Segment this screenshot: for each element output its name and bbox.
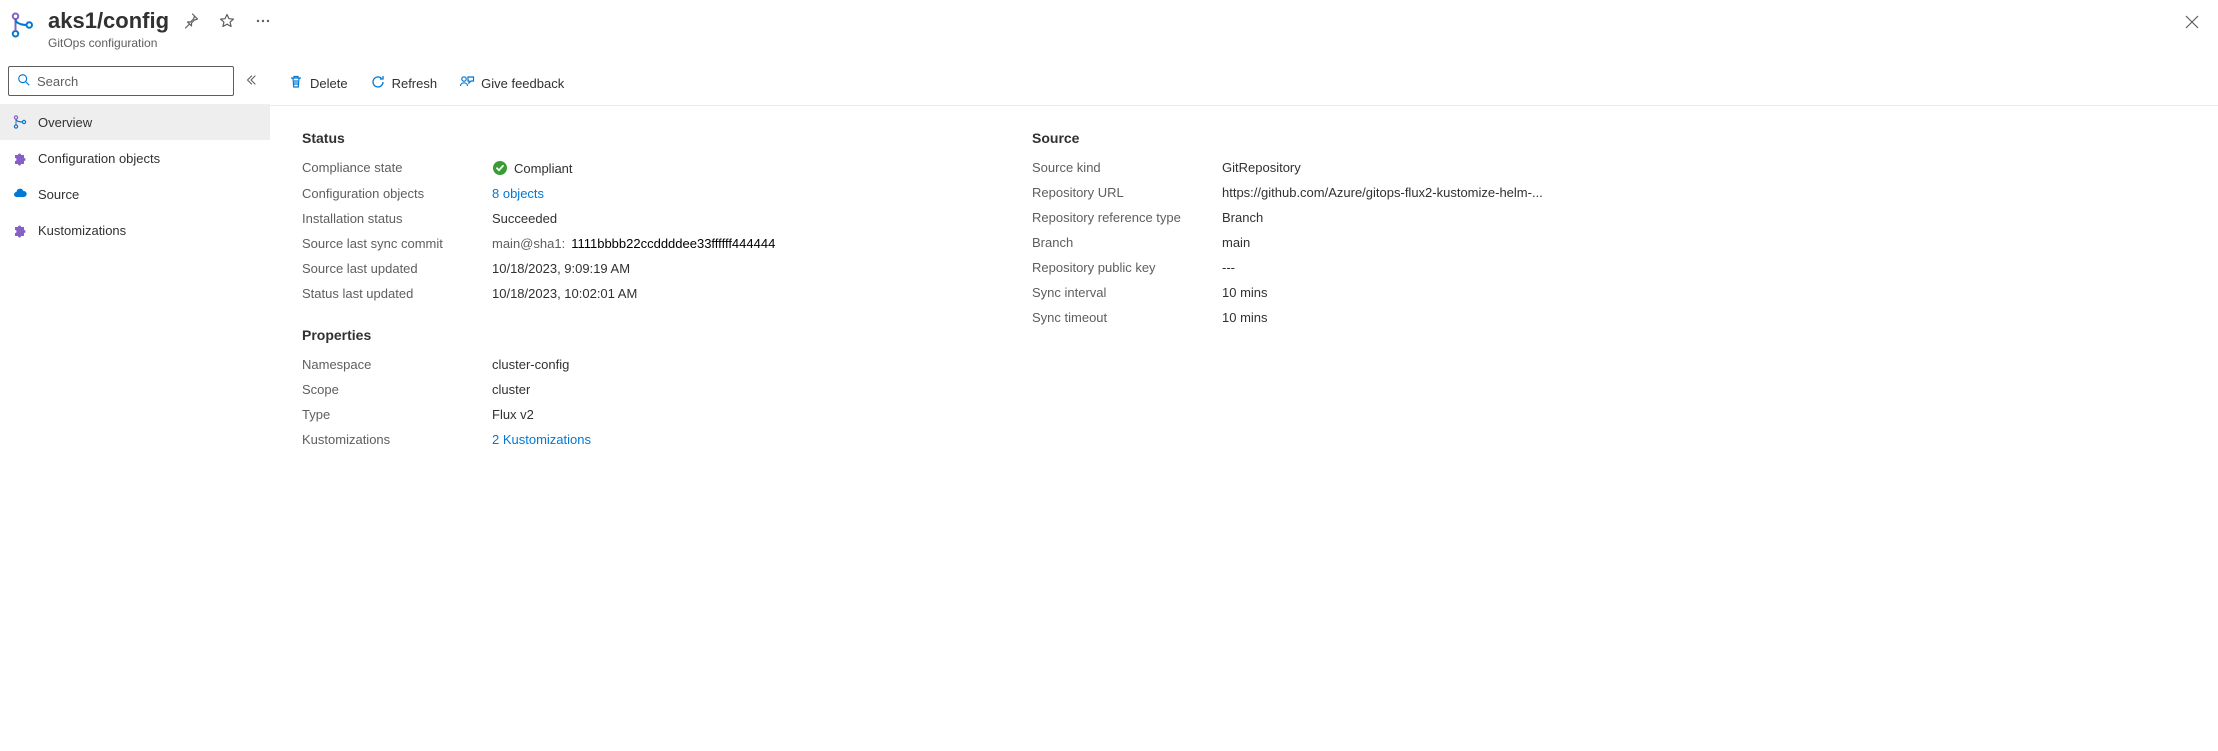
config-objects-key: Configuration objects (302, 186, 492, 201)
sidebar-item-label: Source (38, 187, 79, 202)
branch-value: main (1222, 235, 1250, 250)
trash-icon (288, 74, 304, 93)
search-input[interactable] (37, 74, 225, 89)
kustomizations-key: Kustomizations (302, 432, 492, 447)
sync-timeout-value: 10 mins (1222, 310, 1268, 325)
repo-url-text: https://github.com/Azure/gitops-flux2-ku… (1222, 185, 1543, 200)
ref-type-key: Repository reference type (1032, 210, 1222, 225)
src-updated-key: Source last updated (302, 261, 492, 276)
delete-label: Delete (310, 76, 348, 91)
close-button[interactable] (2178, 8, 2206, 39)
src-updated-value: 10/18/2023, 9:09:19 AM (492, 261, 630, 276)
page-title: aks1/config (48, 8, 169, 34)
sidebar-item-overview[interactable]: Overview (0, 104, 270, 140)
type-value: Flux v2 (492, 407, 534, 422)
collapse-sidebar-button[interactable] (240, 69, 262, 94)
pubkey-value: --- (1222, 260, 1235, 275)
page-header: aks1/config GitOps configuration (0, 0, 2218, 62)
compliance-text: Compliant (514, 161, 573, 176)
source-kind-key: Source kind (1032, 160, 1222, 175)
header-title-block: aks1/config GitOps configuration (48, 8, 275, 50)
config-objects-link[interactable]: 8 objects (492, 186, 544, 201)
gitops-config-icon (8, 10, 38, 40)
namespace-value: cluster-config (492, 357, 569, 372)
refresh-button[interactable]: Refresh (368, 70, 440, 97)
kustomizations-link[interactable]: 2 Kustomizations (492, 432, 591, 447)
main-panel: Delete Refresh Give feedback Status (270, 62, 2218, 481)
scope-value: cluster (492, 382, 530, 397)
install-status-key: Installation status (302, 211, 492, 226)
compliance-state-value: Compliant (492, 160, 573, 176)
src-commit-value: main@sha1: 1111bbbb22ccddddee33ffffff4444… (492, 236, 775, 251)
puzzle-icon (12, 150, 28, 166)
left-column: Status Compliance state Compliant Config… (302, 130, 952, 457)
refresh-icon (370, 74, 386, 93)
sync-interval-value: 10 mins (1222, 285, 1268, 300)
properties-heading: Properties (302, 327, 952, 343)
search-box[interactable] (8, 66, 234, 96)
cloud-icon (12, 186, 28, 202)
puzzle-icon (12, 222, 28, 238)
namespace-key: Namespace (302, 357, 492, 372)
refresh-label: Refresh (392, 76, 438, 91)
commit-hash: 1111bbbb22ccddddee33ffffff444444 (571, 236, 775, 251)
sidebar-item-config-objects[interactable]: Configuration objects (0, 140, 270, 176)
type-key: Type (302, 407, 492, 422)
page-subtitle: GitOps configuration (48, 36, 275, 50)
source-heading: Source (1032, 130, 1682, 146)
source-section: Source Source kind GitRepository Reposit… (1032, 130, 1682, 325)
gitops-icon (12, 114, 28, 130)
favorite-button[interactable] (215, 9, 239, 33)
search-icon (17, 73, 31, 90)
commit-prefix: main@sha1: (492, 236, 565, 251)
properties-section: Properties Namespace cluster-config Scop… (302, 327, 952, 447)
feedback-label: Give feedback (481, 76, 564, 91)
right-column: Source Source kind GitRepository Reposit… (1032, 130, 1682, 457)
status-updated-key: Status last updated (302, 286, 492, 301)
repo-url-key: Repository URL (1032, 185, 1222, 200)
install-status-value: Succeeded (492, 211, 557, 226)
sync-interval-key: Sync interval (1032, 285, 1222, 300)
sidebar-item-kustomizations[interactable]: Kustomizations (0, 212, 270, 248)
sidebar-item-label: Kustomizations (38, 223, 126, 238)
sidebar-item-label: Configuration objects (38, 151, 160, 166)
delete-button[interactable]: Delete (286, 70, 350, 97)
scope-key: Scope (302, 382, 492, 397)
status-section: Status Compliance state Compliant Config… (302, 130, 952, 301)
status-updated-value: 10/18/2023, 10:02:01 AM (492, 286, 637, 301)
more-button[interactable] (251, 9, 275, 33)
repo-url-value: https://github.com/Azure/gitops-flux2-ku… (1222, 185, 1543, 200)
sidebar-item-label: Overview (38, 115, 92, 130)
pubkey-key: Repository public key (1032, 260, 1222, 275)
command-bar: Delete Refresh Give feedback (270, 62, 2218, 106)
feedback-icon (459, 74, 475, 93)
check-icon (492, 160, 508, 176)
sidebar: Overview Configuration objects Source Ku… (0, 62, 270, 481)
ref-type-value: Branch (1222, 210, 1263, 225)
compliance-state-key: Compliance state (302, 160, 492, 176)
branch-key: Branch (1032, 235, 1222, 250)
pin-button[interactable] (179, 9, 203, 33)
sync-timeout-key: Sync timeout (1032, 310, 1222, 325)
sidebar-item-source[interactable]: Source (0, 176, 270, 212)
src-commit-key: Source last sync commit (302, 236, 492, 251)
source-kind-value: GitRepository (1222, 160, 1301, 175)
status-heading: Status (302, 130, 952, 146)
feedback-button[interactable]: Give feedback (457, 70, 566, 97)
